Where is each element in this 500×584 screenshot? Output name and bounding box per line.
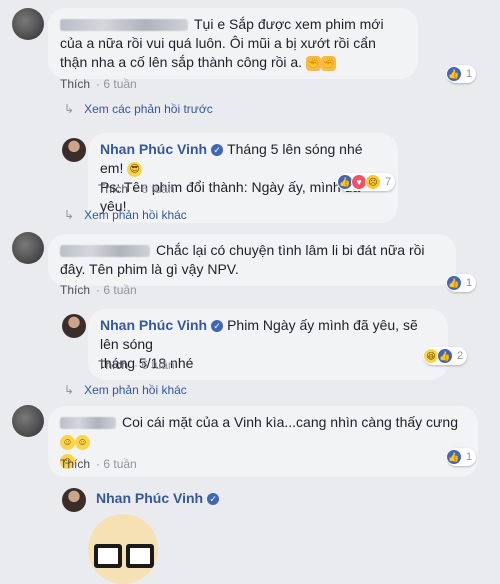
reaction-summary[interactable]: 👍 1 bbox=[446, 448, 477, 466]
smile-emoji-icon: ☺ bbox=[75, 434, 90, 450]
blurred-author-name[interactable] bbox=[60, 245, 150, 258]
sticker-image bbox=[88, 514, 158, 584]
timestamp[interactable]: 6 tuần bbox=[141, 358, 174, 372]
view-previous-replies-link[interactable]: ↳ Xem các phản hồi trước bbox=[64, 102, 213, 116]
blurred-author-name[interactable] bbox=[60, 417, 116, 430]
view-other-replies-link[interactable]: ↳ Xem phản hồi khác bbox=[64, 383, 187, 397]
reply-author-avatar[interactable] bbox=[62, 488, 86, 512]
reply-author-name[interactable]: Nhan Phúc Vinh bbox=[100, 317, 207, 333]
reaction-count: 1 bbox=[466, 68, 473, 80]
timestamp[interactable]: 6 tuần bbox=[141, 182, 174, 196]
reaction-summary[interactable]: 👍 ♥ ☹ 7 bbox=[337, 173, 396, 191]
reaction-count: 2 bbox=[457, 350, 464, 362]
muscle-emoji-icon: ✊ bbox=[305, 55, 321, 71]
reaction-count: 7 bbox=[385, 176, 392, 188]
glasses-left bbox=[94, 544, 122, 568]
like-link[interactable]: Thích bbox=[60, 283, 90, 297]
like-reaction-icon: 👍 bbox=[446, 66, 462, 82]
sad-reaction-icon: ☹ bbox=[365, 174, 381, 190]
comment-text: Coi cái mặt của a Vinh kìa...cang nhìn c… bbox=[122, 414, 458, 430]
verified-badge-icon: ✓ bbox=[211, 144, 224, 157]
reaction-summary[interactable]: 👍 1 bbox=[446, 65, 477, 83]
comment-meta: Thích · 6 tuần bbox=[60, 283, 137, 297]
reply-arrow-icon: ↳ bbox=[64, 208, 75, 222]
reply-author-name[interactable]: Nhan Phúc Vinh bbox=[100, 141, 207, 157]
glasses-right bbox=[126, 544, 154, 568]
reply-author-avatar[interactable] bbox=[62, 314, 86, 338]
timestamp[interactable]: 6 tuần bbox=[103, 457, 136, 471]
like-link[interactable]: Thích bbox=[60, 77, 90, 91]
cool-face-emoji-icon: 😎 bbox=[127, 161, 143, 177]
verified-badge-icon: ✓ bbox=[211, 320, 224, 333]
commenter-avatar[interactable] bbox=[12, 405, 44, 437]
commenter-avatar[interactable] bbox=[12, 8, 44, 40]
reply-author-name[interactable]: Nhan Phúc Vinh bbox=[96, 490, 203, 506]
like-link[interactable]: Thích bbox=[98, 358, 128, 372]
reply-meta: Thích · 6 tuần bbox=[98, 358, 175, 372]
view-other-replies-link[interactable]: ↳ Xem phản hồi khác bbox=[64, 208, 187, 222]
reaction-count: 1 bbox=[466, 277, 473, 289]
reaction-summary[interactable]: 😆 👍 2 bbox=[423, 347, 468, 365]
like-link[interactable]: Thích bbox=[60, 457, 90, 471]
timestamp[interactable]: 6 tuần bbox=[103, 77, 136, 91]
like-reaction-icon: 👍 bbox=[446, 275, 462, 291]
reply-author-avatar[interactable] bbox=[62, 138, 86, 162]
like-link[interactable]: Thích bbox=[98, 182, 128, 196]
blurred-author-name[interactable] bbox=[60, 19, 188, 32]
smile-emoji-icon: ☺ bbox=[60, 434, 75, 450]
reply-arrow-icon: ↳ bbox=[64, 102, 75, 116]
comment-bubble: Tụi e Sắp được xem phim mới của a nữa rồ… bbox=[48, 8, 418, 79]
commenter-avatar[interactable] bbox=[12, 232, 44, 264]
verified-badge-icon: ✓ bbox=[207, 493, 220, 506]
comment-meta: Thích · 6 tuần bbox=[60, 457, 137, 471]
comment-meta: Thích · 6 tuần bbox=[60, 77, 137, 91]
reply-author-row: Nhan Phúc Vinh ✓ bbox=[96, 490, 223, 506]
reply-arrow-icon: ↳ bbox=[64, 383, 75, 397]
like-reaction-icon: 👍 bbox=[446, 449, 462, 465]
muscle-emoji-icon: ✊ bbox=[320, 55, 336, 71]
reaction-summary[interactable]: 👍 1 bbox=[446, 274, 477, 292]
reaction-count: 1 bbox=[466, 451, 473, 463]
reply-meta: Thích · 6 tuần bbox=[98, 182, 175, 196]
timestamp[interactable]: 6 tuần bbox=[103, 283, 136, 297]
comment-bubble: Chắc lại có chuyện tình lâm li bi đát nữ… bbox=[48, 234, 456, 286]
like-reaction-icon: 👍 bbox=[437, 348, 453, 364]
